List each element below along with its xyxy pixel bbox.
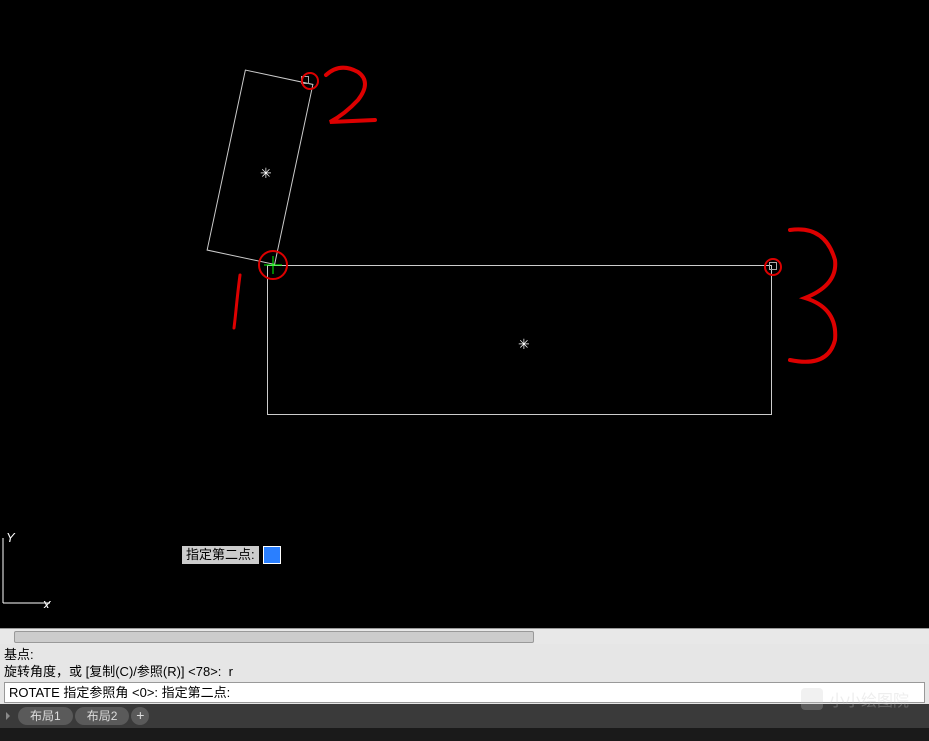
center-marker: ✳ (260, 165, 272, 182)
tooltip-label: 指定第二点: (182, 546, 259, 564)
command-history-line: 基点: (4, 646, 925, 663)
tooltip-color-swatch (263, 546, 281, 564)
dynamic-input-tooltip: 指定第二点: (182, 546, 281, 564)
tab-prev-icon[interactable] (6, 712, 14, 720)
ucs-icon: Y X (0, 528, 60, 608)
ucs-y-label: Y (6, 530, 16, 545)
tab-layout2[interactable]: 布局2 (75, 707, 130, 725)
tab-add-button[interactable]: + (131, 707, 149, 725)
watermark-text: 小小绘图院 (829, 687, 909, 711)
command-history-line: 旋转角度，或 [复制(C)/参照(R)] <78>: r (4, 663, 925, 680)
watermark: 小小绘图院 (801, 687, 909, 711)
annotation-circle-3 (764, 258, 782, 276)
ucs-x-label: X (41, 598, 52, 608)
scrollbar-thumb[interactable] (14, 631, 534, 643)
cad-canvas[interactable]: ✳ ✳ Y X 指定第二点: (0, 0, 929, 628)
tab-layout1[interactable]: 布局1 (18, 707, 73, 725)
statusbar-strip (0, 728, 929, 741)
annotation-circle-2 (301, 72, 319, 90)
watermark-logo-icon (801, 688, 823, 710)
center-marker: ✳ (518, 336, 530, 353)
command-input-line[interactable]: ROTATE 指定参照角 <0>: 指定第二点: (4, 682, 925, 703)
layout-tab-bar: 布局1 布局2 + (0, 704, 929, 728)
horizontal-scrollbar[interactable] (0, 628, 929, 644)
annotation-circle-1 (258, 250, 288, 280)
command-history-panel: 基点: 旋转角度，或 [复制(C)/参照(R)] <78>: r ROTATE … (0, 644, 929, 704)
